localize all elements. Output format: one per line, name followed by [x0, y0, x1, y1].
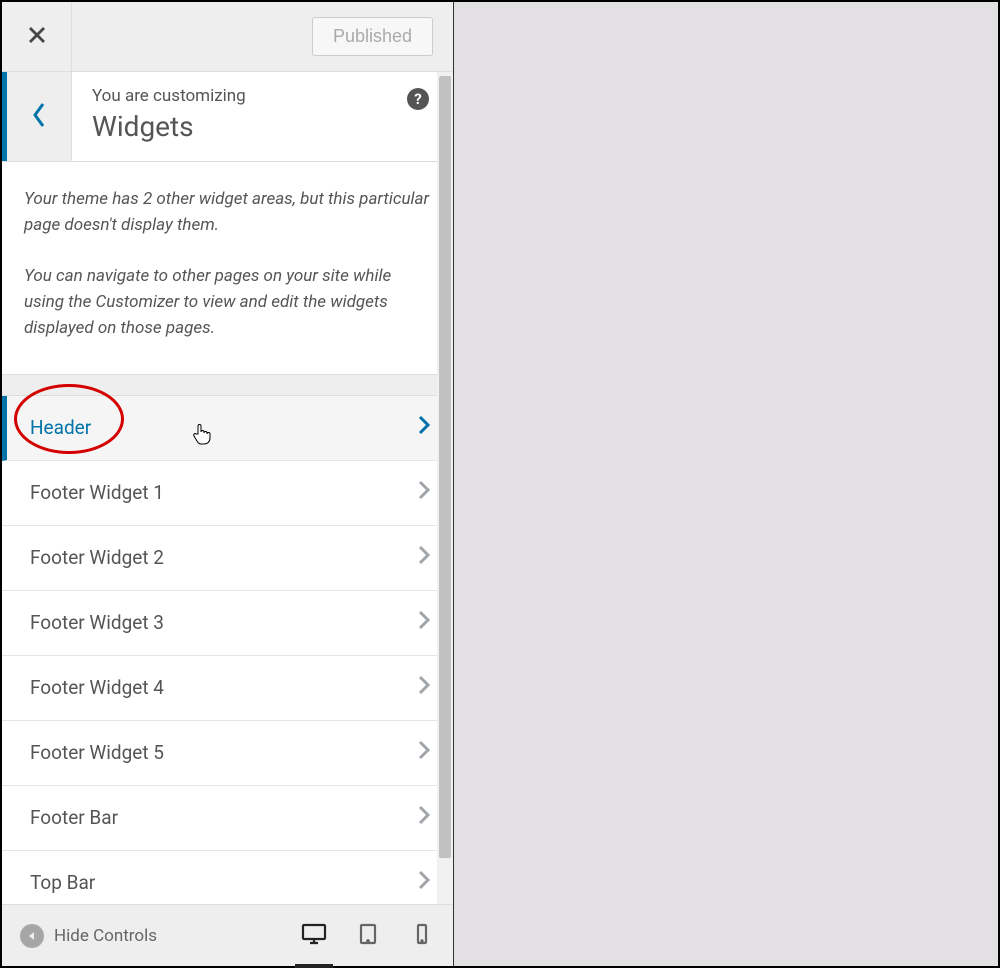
close-icon [27, 25, 47, 49]
mobile-icon [409, 930, 435, 949]
widget-area-label: Footer Widget 2 [30, 546, 417, 569]
device-preview-toggles [301, 923, 435, 949]
widget-area-footer-3[interactable]: Footer Widget 3 [2, 591, 453, 656]
widget-area-footer-1[interactable]: Footer Widget 1 [2, 461, 453, 526]
device-tablet-button[interactable] [355, 923, 381, 949]
chevron-right-icon [417, 739, 431, 766]
panel-header: You are customizing Widgets ? [2, 72, 453, 162]
widget-area-list: Header Footer Widget 1 Footer Widget 2 F… [2, 396, 453, 904]
description-line-2: You can navigate to other pages on your … [24, 263, 431, 342]
close-button[interactable] [2, 2, 72, 72]
widget-area-label: Header [30, 416, 417, 439]
chevron-right-icon [417, 804, 431, 831]
chevron-right-icon [417, 674, 431, 701]
widget-area-label: Footer Widget 4 [30, 676, 417, 699]
hide-controls-label: Hide Controls [54, 926, 157, 946]
collapse-icon [20, 924, 44, 948]
description-line-1: Your theme has 2 other widget areas, but… [24, 186, 431, 239]
chevron-right-icon [417, 479, 431, 506]
widget-area-header[interactable]: Header [2, 396, 453, 461]
chevron-right-icon [417, 544, 431, 571]
section-gap [2, 374, 453, 396]
widget-area-footer-4[interactable]: Footer Widget 4 [2, 656, 453, 721]
chevron-right-icon [417, 414, 431, 441]
customizer-footer: Hide Controls [2, 904, 453, 966]
tablet-icon [355, 930, 381, 949]
widget-area-footer-2[interactable]: Footer Widget 2 [2, 526, 453, 591]
panel-title: Widgets [92, 110, 433, 143]
topbar: Published [2, 2, 453, 72]
help-icon: ? [414, 90, 421, 108]
desktop-icon [301, 930, 327, 949]
help-button[interactable]: ? [407, 88, 429, 110]
widget-area-top-bar[interactable]: Top Bar [2, 851, 453, 904]
widget-area-footer-5[interactable]: Footer Widget 5 [2, 721, 453, 786]
widget-area-label: Footer Bar [30, 806, 417, 829]
customizer-sidebar: Published You are customizing Widgets ? … [2, 2, 454, 966]
scrollbar-thumb[interactable] [439, 76, 451, 858]
customizer-viewport: Published You are customizing Widgets ? … [0, 0, 1000, 968]
back-button[interactable] [2, 72, 72, 161]
publish-button[interactable]: Published [312, 17, 433, 56]
device-mobile-button[interactable] [409, 923, 435, 949]
chevron-right-icon [417, 869, 431, 896]
panel-description: Your theme has 2 other widget areas, but… [2, 162, 453, 374]
widget-area-footer-bar[interactable]: Footer Bar [2, 786, 453, 851]
preview-pane [454, 2, 998, 966]
widget-area-label: Footer Widget 3 [30, 611, 417, 634]
scrollbar[interactable] [437, 72, 453, 904]
hide-controls-button[interactable]: Hide Controls [20, 924, 157, 948]
widget-area-label: Footer Widget 5 [30, 741, 417, 764]
chevron-left-icon [30, 101, 48, 133]
panel-subtitle: You are customizing [92, 86, 433, 106]
widget-area-label: Footer Widget 1 [30, 481, 417, 504]
chevron-right-icon [417, 609, 431, 636]
widget-area-label: Top Bar [30, 871, 417, 894]
device-desktop-button[interactable] [301, 923, 327, 949]
panel-titles: You are customizing Widgets [72, 72, 453, 161]
